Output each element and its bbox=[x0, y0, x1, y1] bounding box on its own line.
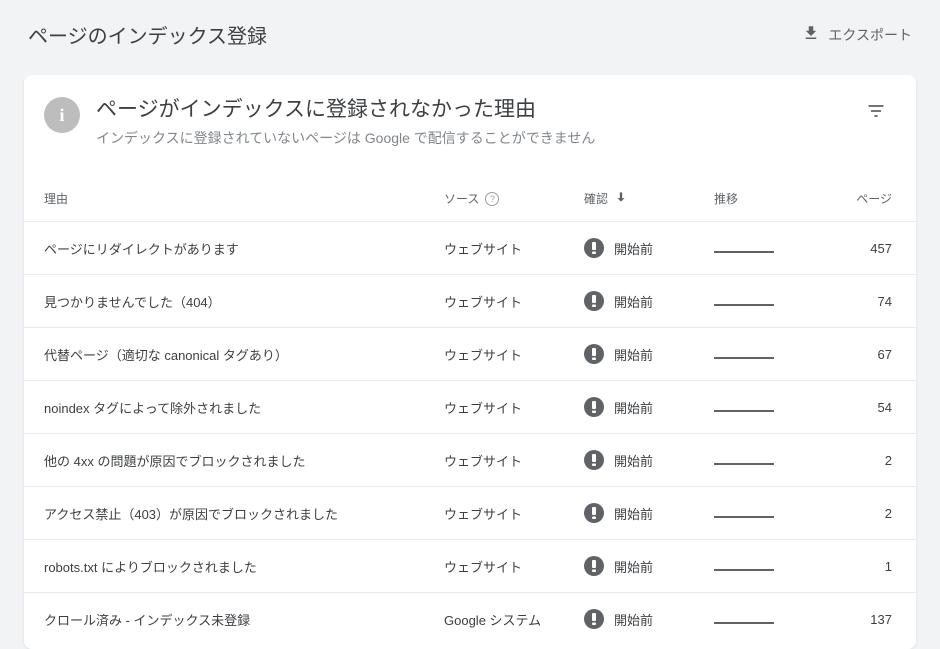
warning-icon bbox=[584, 291, 604, 311]
warning-icon bbox=[584, 450, 604, 470]
cell-source: ウェブサイト bbox=[444, 557, 584, 576]
column-reason[interactable]: 理由 bbox=[44, 190, 444, 207]
cell-reason: ページにリダイレクトがあります bbox=[44, 239, 444, 258]
cell-check: 開始前 bbox=[584, 291, 714, 311]
cell-pages: 1 bbox=[804, 559, 892, 574]
warning-icon bbox=[584, 397, 604, 417]
sparkline bbox=[714, 569, 774, 571]
sparkline bbox=[714, 622, 774, 624]
cell-source: ウェブサイト bbox=[444, 451, 584, 470]
table-row[interactable]: クロール済み - インデックス未登録Google システム 開始前 137 bbox=[24, 592, 916, 645]
cell-trend bbox=[714, 400, 804, 415]
cell-check: 開始前 bbox=[584, 503, 714, 523]
cell-trend bbox=[714, 347, 804, 362]
check-status: 開始前 bbox=[614, 239, 653, 258]
cell-reason: 他の 4xx の問題が原因でブロックされました bbox=[44, 451, 444, 470]
export-label: エクスポート bbox=[828, 25, 912, 45]
cell-reason: アクセス禁止（403）が原因でブロックされました bbox=[44, 504, 444, 523]
cell-source: ウェブサイト bbox=[444, 292, 584, 311]
info-icon: i bbox=[44, 97, 80, 133]
export-button[interactable]: エクスポート bbox=[802, 24, 912, 45]
cell-trend bbox=[714, 453, 804, 468]
sparkline bbox=[714, 251, 774, 253]
warning-icon bbox=[584, 503, 604, 523]
warning-icon bbox=[584, 556, 604, 576]
cell-reason: robots.txt によりブロックされました bbox=[44, 557, 444, 576]
column-trend[interactable]: 推移 bbox=[714, 190, 804, 207]
cell-pages: 137 bbox=[804, 612, 892, 627]
reasons-card: i ページがインデックスに登録されなかった理由 インデックスに登録されていないペ… bbox=[24, 75, 916, 649]
cell-trend bbox=[714, 506, 804, 521]
cell-source: ウェブサイト bbox=[444, 504, 584, 523]
cell-pages: 54 bbox=[804, 400, 892, 415]
check-status: 開始前 bbox=[614, 504, 653, 523]
cell-pages: 74 bbox=[804, 294, 892, 309]
cell-check: 開始前 bbox=[584, 397, 714, 417]
cell-check: 開始前 bbox=[584, 450, 714, 470]
cell-check: 開始前 bbox=[584, 556, 714, 576]
sort-descending-icon bbox=[614, 190, 628, 207]
cell-reason: noindex タグによって除外されました bbox=[44, 398, 444, 417]
card-header: i ページがインデックスに登録されなかった理由 インデックスに登録されていないペ… bbox=[24, 75, 916, 176]
column-pages[interactable]: ページ bbox=[804, 190, 892, 207]
cell-trend bbox=[714, 241, 804, 256]
cell-pages: 2 bbox=[804, 506, 892, 521]
cell-reason: 見つかりませんでした（404） bbox=[44, 292, 444, 311]
cell-pages: 67 bbox=[804, 347, 892, 362]
filter-button[interactable] bbox=[860, 95, 892, 130]
cell-trend bbox=[714, 612, 804, 627]
warning-icon bbox=[584, 609, 604, 629]
help-icon[interactable]: ? bbox=[485, 192, 499, 206]
cell-reason: 代替ページ（適切な canonical タグあり） bbox=[44, 345, 444, 364]
rows-container: ページにリダイレクトがありますウェブサイト開始前457見つかりませんでした（40… bbox=[24, 221, 916, 645]
table-row[interactable]: アクセス禁止（403）が原因でブロックされましたウェブサイト 開始前 2 bbox=[24, 486, 916, 539]
check-status: 開始前 bbox=[614, 451, 653, 470]
cell-pages: 457 bbox=[804, 241, 892, 256]
cell-check: 開始前 bbox=[584, 238, 714, 258]
column-source[interactable]: ソース ? bbox=[444, 190, 584, 207]
card-header-text: ページがインデックスに登録されなかった理由 インデックスに登録されていないページ… bbox=[96, 95, 844, 148]
sparkline bbox=[714, 463, 774, 465]
topbar: ページのインデックス登録 エクスポート bbox=[0, 0, 940, 67]
cell-source: ウェブサイト bbox=[444, 345, 584, 364]
table-row[interactable]: 他の 4xx の問題が原因でブロックされましたウェブサイト 開始前 2 bbox=[24, 433, 916, 486]
filter-icon bbox=[866, 101, 886, 124]
sparkline bbox=[714, 516, 774, 518]
sparkline bbox=[714, 357, 774, 359]
table-row[interactable]: robots.txt によりブロックされましたウェブサイト 開始前 1 bbox=[24, 539, 916, 592]
check-status: 開始前 bbox=[614, 292, 653, 311]
cell-check: 開始前 bbox=[584, 609, 714, 629]
cell-check: 開始前 bbox=[584, 344, 714, 364]
cell-trend bbox=[714, 559, 804, 574]
cell-source: ウェブサイト bbox=[444, 398, 584, 417]
column-check[interactable]: 確認 bbox=[584, 190, 714, 207]
sparkline bbox=[714, 410, 774, 412]
sparkline bbox=[714, 304, 774, 306]
check-status: 開始前 bbox=[614, 610, 653, 629]
table-row[interactable]: noindex タグによって除外されましたウェブサイト 開始前 54 bbox=[24, 380, 916, 433]
check-status: 開始前 bbox=[614, 398, 653, 417]
card-title: ページがインデックスに登録されなかった理由 bbox=[96, 95, 844, 124]
column-source-label: ソース bbox=[444, 190, 479, 207]
table-row[interactable]: 代替ページ（適切な canonical タグあり）ウェブサイト 開始前 67 bbox=[24, 327, 916, 380]
column-check-label: 確認 bbox=[584, 190, 608, 207]
warning-icon bbox=[584, 238, 604, 258]
warning-icon bbox=[584, 344, 604, 364]
check-status: 開始前 bbox=[614, 557, 653, 576]
cell-source: ウェブサイト bbox=[444, 239, 584, 258]
cell-trend bbox=[714, 294, 804, 309]
card-subtitle: インデックスに登録されていないページは Google で配信することができません bbox=[96, 128, 844, 148]
check-status: 開始前 bbox=[614, 345, 653, 364]
download-icon bbox=[802, 24, 820, 45]
cell-reason: クロール済み - インデックス未登録 bbox=[44, 610, 444, 629]
table-row[interactable]: 見つかりませんでした（404）ウェブサイト 開始前 74 bbox=[24, 274, 916, 327]
cell-pages: 2 bbox=[804, 453, 892, 468]
page-title: ページのインデックス登録 bbox=[28, 20, 267, 49]
cell-source: Google システム bbox=[444, 610, 584, 629]
table-header: 理由 ソース ? 確認 推移 ページ bbox=[24, 176, 916, 221]
table-row[interactable]: ページにリダイレクトがありますウェブサイト 開始前 457 bbox=[24, 221, 916, 274]
